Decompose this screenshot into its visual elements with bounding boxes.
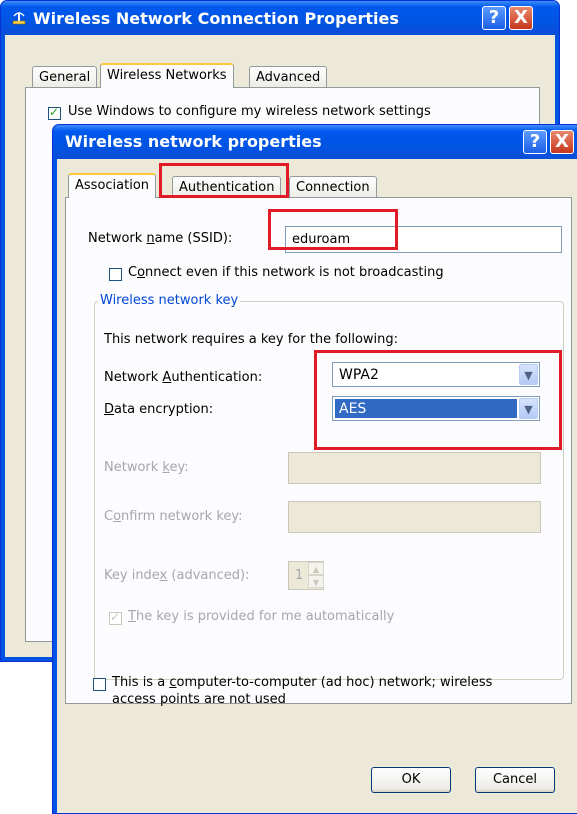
confirm-key-label: Confirm network key: <box>104 509 243 524</box>
tab-association[interactable]: Association <box>68 173 157 198</box>
network-auth-label: Network Authentication: <box>104 370 263 385</box>
broadcast-label: Connect even if this network is not broa… <box>128 265 444 280</box>
adhoc-label-line2: access points are not used <box>112 692 286 707</box>
highlight-auth-encryption <box>314 350 562 450</box>
key-index-label: Key index (advanced): <box>104 568 250 583</box>
front-window-client: Association Authentication Connection Ne… <box>57 159 577 813</box>
association-panel: Network name (SSID): eduroam Connect eve… <box>65 197 572 707</box>
use-windows-label: Use Windows to configure my wireless net… <box>68 104 431 119</box>
front-window-title: Wireless network properties <box>65 132 322 151</box>
network-key-field <box>288 452 541 484</box>
use-windows-checkbox[interactable] <box>48 105 61 120</box>
requires-key-text: This network requires a key for the foll… <box>104 332 399 347</box>
confirm-key-field <box>288 501 541 533</box>
spin-down-icon: ▼ <box>308 575 324 588</box>
tab-advanced[interactable]: Advanced <box>249 66 328 88</box>
front-window-titlebar[interactable]: Wireless network properties ? X <box>53 125 577 159</box>
broadcast-checkbox[interactable] <box>109 268 122 281</box>
data-encryption-label: Data encryption: <box>104 402 214 417</box>
adhoc-label-line1: This is a computer-to-computer (ad hoc) … <box>112 675 493 690</box>
ssid-label: Network name (SSID): <box>88 231 233 246</box>
network-icon <box>11 10 27 26</box>
wireless-key-group-title: Wireless network key <box>98 293 241 308</box>
ok-button[interactable]: OK <box>371 767 451 793</box>
tab-wireless-networks[interactable]: Wireless Networks <box>100 63 234 88</box>
back-window-titlebar[interactable]: Wireless Network Connection Properties ?… <box>1 1 559 35</box>
tab-general[interactable]: General <box>32 66 98 88</box>
back-window-title: Wireless Network Connection Properties <box>33 9 399 28</box>
auto-key-label: The key is provided for me automatically <box>128 609 395 624</box>
cancel-button[interactable]: Cancel <box>475 767 555 793</box>
front-help-button[interactable]: ? <box>523 130 547 154</box>
key-index-spinner: ▲ ▼ <box>308 562 324 589</box>
adhoc-checkbox[interactable] <box>93 678 106 691</box>
auto-key-checkbox <box>109 610 122 625</box>
network-key-label: Network key: <box>104 460 189 475</box>
front-close-button[interactable]: X <box>550 130 574 154</box>
back-close-button[interactable]: X <box>509 6 533 30</box>
highlight-ssid-field <box>268 209 398 250</box>
spin-up-icon: ▲ <box>308 562 324 575</box>
back-help-button[interactable]: ? <box>482 6 506 30</box>
highlight-authentication-tab <box>159 163 289 198</box>
tab-connection[interactable]: Connection <box>289 176 377 198</box>
